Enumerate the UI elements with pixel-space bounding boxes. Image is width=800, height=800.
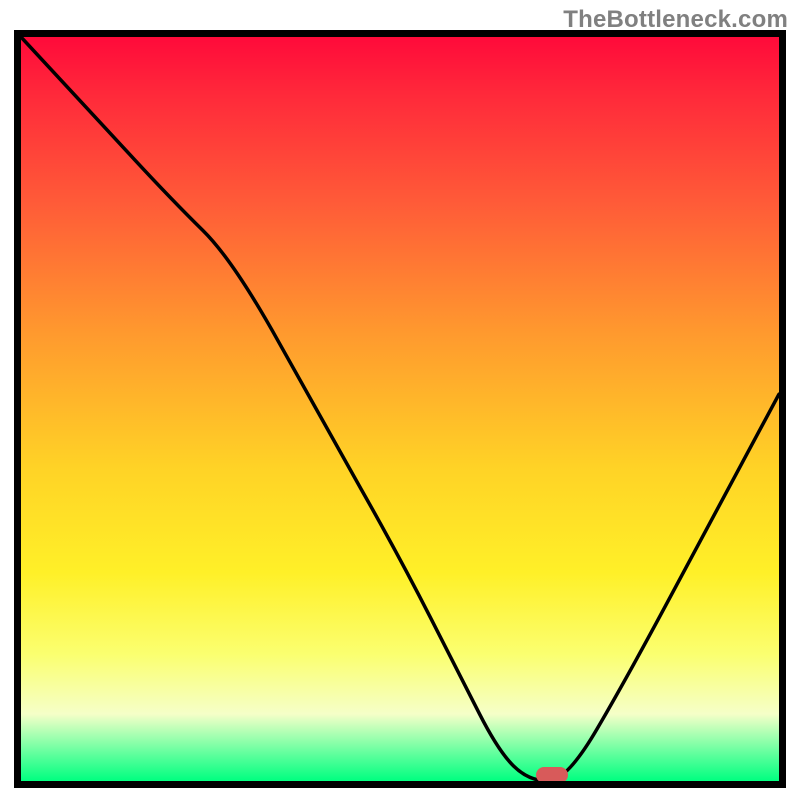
optimal-point-marker: [536, 767, 568, 783]
chart-container: TheBottleneck.com: [0, 0, 800, 800]
curve-path: [21, 37, 779, 781]
bottleneck-curve: [21, 37, 779, 781]
plot-frame: [14, 30, 786, 788]
watermark-text: TheBottleneck.com: [563, 6, 788, 34]
